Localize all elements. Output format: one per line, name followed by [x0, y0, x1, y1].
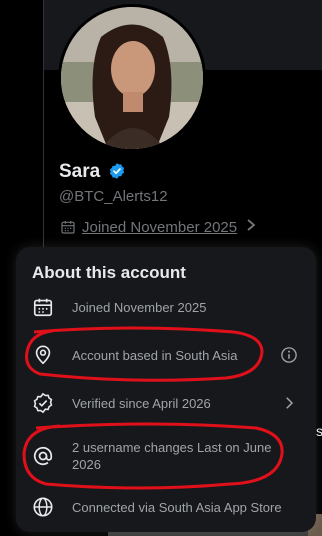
about-row-label: Joined November 2025 [72, 300, 207, 315]
joined-date-text: Joined November 2025 [82, 218, 238, 236]
profile-name: Sara [59, 161, 101, 182]
about-row-verified[interactable]: Verified since April 2026 [16, 391, 316, 415]
about-row-label: Verified since April 2026 [72, 396, 211, 411]
about-row-label-line2: 2026 [72, 457, 101, 472]
chevron-right-icon [286, 397, 294, 409]
about-row-label-line1: 2 username changes Last on June [72, 440, 272, 455]
about-row-label: Connected via South Asia App Store [72, 500, 282, 515]
left-strip [0, 0, 43, 250]
about-row-connected-via: Connected via South Asia App Store [16, 495, 316, 519]
globe-icon [33, 497, 53, 517]
verified-badge-icon[interactable] [108, 162, 126, 180]
profile-handle: @BTC_Alerts12 [59, 188, 168, 205]
about-account-popup: About this account Joined November 2025 … [16, 247, 316, 532]
popup-title: About this account [32, 263, 186, 282]
offscreen-text-fragment: s [316, 423, 322, 439]
about-row-username-changes: 2 username changes Last on June 2026 [16, 437, 316, 477]
info-icon[interactable] [280, 346, 298, 364]
location-pin-icon [35, 345, 51, 365]
column-divider [43, 0, 44, 250]
calendar-icon [33, 298, 53, 317]
about-row-joined: Joined November 2025 [16, 295, 316, 319]
verified-check-icon [33, 392, 53, 414]
avatar[interactable] [58, 4, 206, 152]
about-row-location: Account based in South Asia [16, 343, 316, 367]
about-row-label: 2 username changes Last on June 2026 [72, 439, 271, 473]
joined-date-link[interactable]: Joined November 2025 [60, 218, 257, 236]
avatar-photo [61, 7, 203, 149]
about-row-label: Account based in South Asia [72, 348, 238, 363]
calendar-icon [61, 221, 75, 234]
at-sign-icon [33, 446, 53, 466]
chevron-right-icon [245, 218, 257, 236]
